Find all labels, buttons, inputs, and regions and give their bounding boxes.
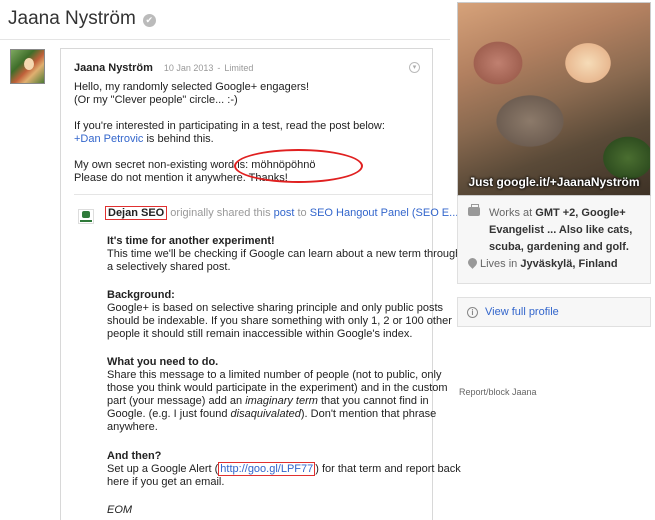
original-author-link[interactable]: Dejan SEO [105,206,168,220]
post-text-line: (Or my "Clever people" circle... :-) [74,94,238,106]
shared-text-fragment: Set up a Google Alert ( [107,463,219,475]
shared-italic-term: imaginary term [245,395,318,407]
shared-text-line: should be indexable. If you share someth… [107,315,452,327]
avatar[interactable] [10,49,45,84]
work-line: GMT +2, Google+ [535,207,626,219]
lives-place: Jyväskylä, Finland [520,258,618,270]
chevron-down-icon[interactable]: ▾ [409,62,420,73]
profile-photo[interactable]: Just google.it/+JaanaNyström [457,2,651,196]
shared-text-line: a selectively shared post. [107,261,231,273]
shared-text-line: here if you get an email. [107,476,225,488]
post-date[interactable]: 10 Jan 2013 [164,63,214,73]
shared-text-fragment: Google. (e.g. I just found [107,408,231,420]
highlight-annotation [234,149,363,183]
verified-icon: ✔ [142,13,156,27]
profile-sidebar: Just google.it/+JaanaNyström Works at GM… [455,0,655,520]
work-line: scuba, gardening and golf. [489,241,629,253]
photo-caption: Just google.it/+JaanaNyström [468,175,640,189]
shared-text-line: those you think would participate in the… [107,382,448,394]
post-visibility[interactable]: Limited [224,63,253,73]
shared-heading: It's time for another experiment! [107,235,275,247]
location-pin-icon [466,256,479,269]
share-text: originally shared this [167,207,274,219]
shared-text-line: This time we'll be checking if Google ca… [107,248,462,260]
work-prefix: Works at [489,207,536,219]
original-post-link[interactable]: post [274,207,295,219]
view-profile-label[interactable]: View full profile [485,306,559,318]
post-text-line: If you're interested in participating in… [74,120,385,132]
profile-name: Jaana Nyström [8,8,136,29]
dejan-seo-avatar[interactable] [78,209,94,224]
shared-text-fragment: part (your message) add an [107,395,246,407]
post-author[interactable]: Jaana Nyström [74,62,153,74]
shared-text-line: Google+ is based on selective sharing pr… [107,302,444,314]
post-meta-separator: - [217,63,221,73]
location-text: Lives in Jyväskylä, Finland [480,256,618,273]
shared-text-fragment: ) for that term and report back [315,463,461,475]
shared-heading: What you need to do. [107,356,219,368]
shared-text-line: part (your message) add an imaginary ter… [107,395,429,408]
post-header: Jaana Nyström 10 Jan 2013 - Limited [74,62,253,74]
post-text-line: Hello, my randomly selected Google+ enga… [74,81,310,93]
post-text-fragment: is behind this. [143,133,214,145]
report-block-link[interactable]: Report/block Jaana [459,387,537,397]
shared-italic-term: disaquivalated [230,408,301,420]
info-icon: i [467,306,478,318]
about-card: Works at GMT +2, Google+ Evangelist ... … [457,196,651,284]
post-card: Jaana Nyström 10 Jan 2013 - Limited ▾ He… [60,48,461,520]
shared-text-fragment: ). Don't mention that phrase [300,408,437,420]
shared-text-fragment: that you cannot find in [317,395,429,407]
shared-text-line: people it should still remain inaccessib… [107,328,413,340]
shared-heading: And then? [107,450,162,462]
share-divider [74,194,432,195]
share-text: to [294,207,310,219]
work-row: Works at GMT +2, Google+ Evangelist ... … [468,204,632,256]
post-text-line: +Dan Petrovic is behind this. [74,133,214,146]
shared-text-line: anywhere. [107,421,158,433]
end-of-message: EOM [107,504,133,516]
lives-prefix: Lives in [480,258,521,270]
location-row: Lives in Jyväskylä, Finland [466,256,618,273]
briefcase-icon [468,204,480,216]
share-attribution: Dejan SEO originally shared this post to… [105,206,458,221]
community-link[interactable]: SEO Hangout Panel (SEO E... [310,207,459,219]
shared-heading: Background: [107,289,175,301]
work-text: Works at GMT +2, Google+ Evangelist ... … [489,205,632,256]
view-full-profile-button[interactable]: i View full profile [457,297,651,327]
shared-text-line: Share this message to a limited number o… [107,369,442,381]
shared-text-line: Google. (e.g. I just found disaquivalate… [107,408,436,421]
shared-text-line: Set up a Google Alert (http://goo.gl/LPF… [107,462,461,476]
work-line: Evangelist ... Also like cats, [489,224,633,236]
profile-header: Jaana Nyström ✔ [8,8,156,30]
header-divider [0,39,450,40]
google-alert-link[interactable]: http://goo.gl/LPF77 [218,462,316,476]
mention-link[interactable]: +Dan Petrovic [74,133,143,145]
